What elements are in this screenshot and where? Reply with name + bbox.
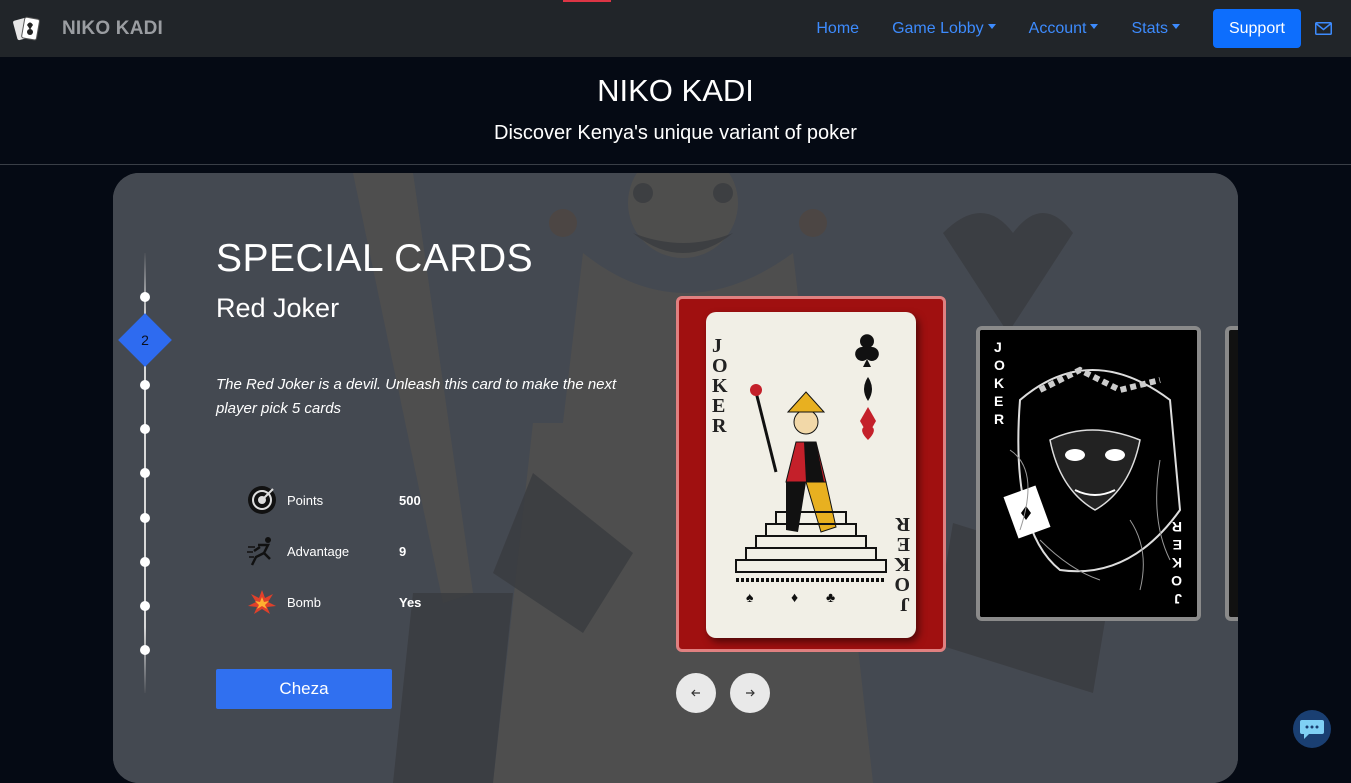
nav-account-label: Account — [1028, 19, 1087, 37]
runner-icon — [247, 537, 271, 566]
svg-text:O: O — [894, 573, 910, 595]
playing-cards-logo-icon — [13, 16, 40, 40]
svg-text:R: R — [895, 513, 910, 535]
stat-value: 500 — [399, 492, 421, 508]
stat-value: 9 — [399, 543, 407, 559]
stat-label: Points — [287, 492, 324, 508]
next-card-peek[interactable] — [1225, 326, 1238, 621]
svg-text:♦: ♦ — [791, 589, 798, 605]
step-dot-4[interactable] — [140, 424, 150, 434]
section-title: SPECIAL CARDS — [216, 237, 534, 280]
page-subtitle: Discover Kenya's unique variant of poker — [494, 122, 857, 144]
step-dot-7[interactable] — [140, 557, 150, 567]
chat-bubble-icon — [1300, 720, 1324, 739]
explosion-icon — [248, 590, 276, 614]
svg-text:R: R — [1172, 519, 1182, 535]
joker-letter: E — [712, 395, 725, 417]
stat-points: Points 500 — [246, 484, 421, 516]
step-dot-5[interactable] — [140, 468, 150, 478]
red-joker-card-face: J O K E R J O K E R ♠ ♦ ♣ — [706, 312, 916, 638]
svg-text:E: E — [897, 533, 910, 555]
nav-home[interactable]: Home — [816, 20, 859, 38]
joker-letter: K — [712, 375, 728, 397]
svg-text:♣: ♣ — [826, 589, 835, 605]
step-dot-1[interactable] — [140, 292, 150, 302]
joker-letter: R — [712, 415, 727, 437]
svg-text:J: J — [1174, 591, 1182, 607]
stat-label: Bomb — [287, 594, 321, 610]
step-dot-8[interactable] — [140, 601, 150, 611]
nav-stats[interactable]: Stats — [1131, 19, 1180, 38]
svg-text:♠: ♠ — [746, 589, 754, 605]
svg-text:J: J — [900, 593, 910, 615]
joker-letter: O — [712, 355, 728, 377]
step-dot-3[interactable] — [140, 380, 150, 390]
stat-bomb: Bomb Yes — [246, 586, 421, 618]
page-title: NIKO KADI — [597, 73, 754, 108]
arrow-right-icon — [746, 689, 755, 697]
nav-game-lobby-label: Game Lobby — [892, 19, 984, 37]
chat-widget-button[interactable] — [1293, 710, 1331, 748]
prev-card-button[interactable] — [676, 673, 716, 713]
svg-text:O: O — [1171, 573, 1182, 589]
nav-accent-bar — [563, 0, 611, 2]
next-card-button[interactable] — [730, 673, 770, 713]
stat-label: Advantage — [287, 543, 350, 559]
nav-stats-label: Stats — [1131, 19, 1168, 37]
svg-text:K: K — [994, 375, 1004, 391]
active-step-number: 2 — [141, 332, 149, 348]
step-dot-6[interactable] — [140, 513, 150, 523]
svg-text:E: E — [994, 393, 1003, 409]
svg-text:O: O — [994, 357, 1005, 373]
svg-text:R: R — [994, 411, 1004, 427]
chevron-down-icon — [987, 24, 996, 29]
chevron-down-icon — [1090, 24, 1099, 29]
page-header: NIKO KADI Discover Kenya's unique varian… — [0, 57, 1351, 165]
nav-account[interactable]: Account — [1029, 20, 1099, 38]
chevron-down-icon — [1171, 24, 1180, 29]
brand-link[interactable]: NIKO KADI — [12, 14, 163, 44]
black-joker-card[interactable]: JOKER JOKER — [976, 326, 1201, 621]
svg-text:J: J — [994, 339, 1002, 355]
top-navbar: NIKO KADI Home Game Lobby Account Stats … — [0, 0, 1351, 57]
brand-name: NIKO KADI — [62, 17, 164, 39]
svg-text:E: E — [1173, 537, 1182, 553]
joker-card-art: J O K E R J O K E R ♠ ♦ ♣ — [712, 334, 910, 615]
special-cards-panel: 2 SPECIAL CARDS Red Joker The Red Joker … — [113, 173, 1238, 783]
stat-value: Yes — [399, 594, 422, 610]
nav-game-lobby[interactable]: Game Lobby — [892, 20, 996, 38]
nav-links: Home Game Lobby Account Stats Support — [816, 0, 1351, 57]
support-button[interactable]: Support — [1212, 9, 1301, 48]
stat-advantage: Advantage 9 — [246, 535, 406, 567]
cheza-button[interactable]: Cheza — [216, 669, 392, 709]
red-joker-card[interactable]: J O K E R J O K E R ♠ ♦ ♣ — [676, 296, 946, 652]
nav-home-label: Home — [816, 19, 860, 37]
svg-text:K: K — [1172, 555, 1182, 571]
card-description: The Red Joker is a devil. Unleash this c… — [216, 376, 617, 417]
black-joker-card-art: JOKER JOKER — [980, 330, 1197, 617]
envelope-icon[interactable] — [1315, 22, 1332, 35]
svg-text:K: K — [894, 553, 910, 575]
joker-letter: J — [712, 335, 722, 357]
card-name: Red Joker — [216, 293, 340, 323]
step-dot-9[interactable] — [140, 645, 150, 655]
target-icon — [248, 486, 276, 514]
arrow-left-icon — [691, 689, 700, 697]
